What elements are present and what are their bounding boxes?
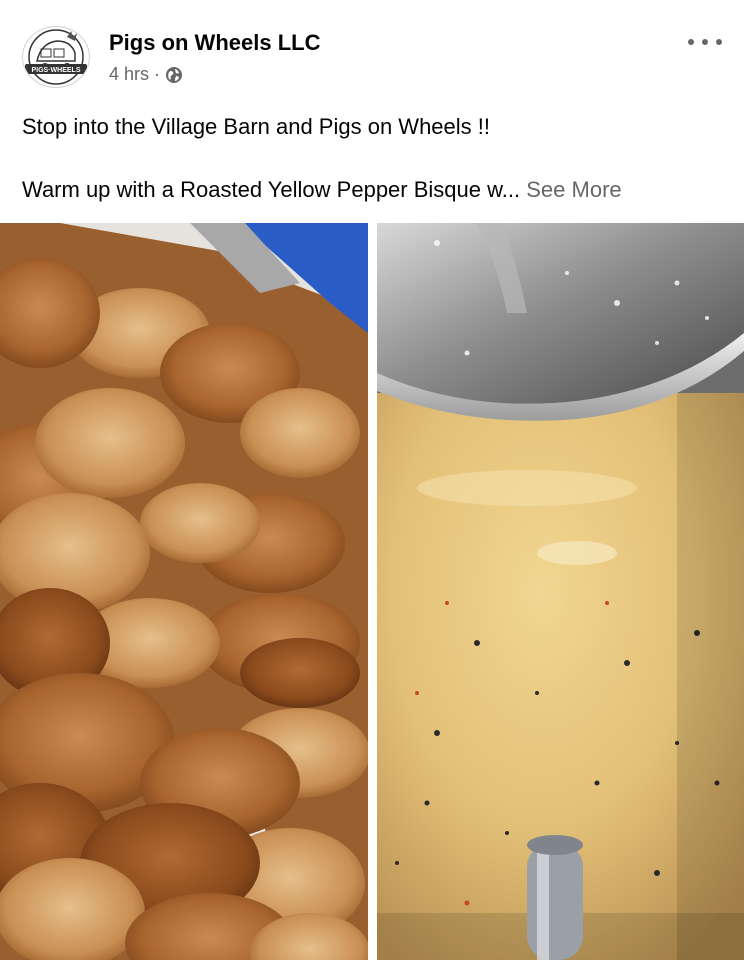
meta-separator: · [154, 64, 161, 84]
post-meta: 4 hrs · [109, 64, 183, 85]
post-timestamp[interactable]: 4 hrs [109, 64, 149, 85]
post-text-line-2: Warm up with a Roasted Yellow Pepper Bis… [22, 175, 728, 204]
photo-potato-chips[interactable] [0, 223, 368, 960]
post-text-line-2-content: Warm up with a Roasted Yellow Pepper Bis… [22, 177, 521, 202]
post-header: PIGS·WHEELS Pigs on Wheels LLC 4 hrs · [22, 26, 722, 90]
pigs-on-wheels-logo: PIGS·WHEELS [25, 29, 87, 85]
globe-icon[interactable] [165, 66, 183, 84]
more-dot [716, 39, 722, 45]
photo-pepper-bisque[interactable] [377, 223, 744, 960]
photo-grid [0, 223, 744, 960]
post-message: Stop into the Village Barn and Pigs on W… [22, 112, 728, 204]
more-dot [688, 39, 694, 45]
post-text-line-1: Stop into the Village Barn and Pigs on W… [22, 114, 490, 139]
svg-text:PIGS·WHEELS: PIGS·WHEELS [31, 67, 80, 74]
see-more-link[interactable]: See More [526, 177, 621, 202]
post-card: PIGS·WHEELS Pigs on Wheels LLC 4 hrs · S… [0, 0, 744, 960]
page-name-link[interactable]: Pigs on Wheels LLC [109, 30, 320, 56]
page-avatar[interactable]: PIGS·WHEELS [22, 26, 90, 88]
more-dot [702, 39, 708, 45]
more-options-icon[interactable] [688, 32, 722, 52]
